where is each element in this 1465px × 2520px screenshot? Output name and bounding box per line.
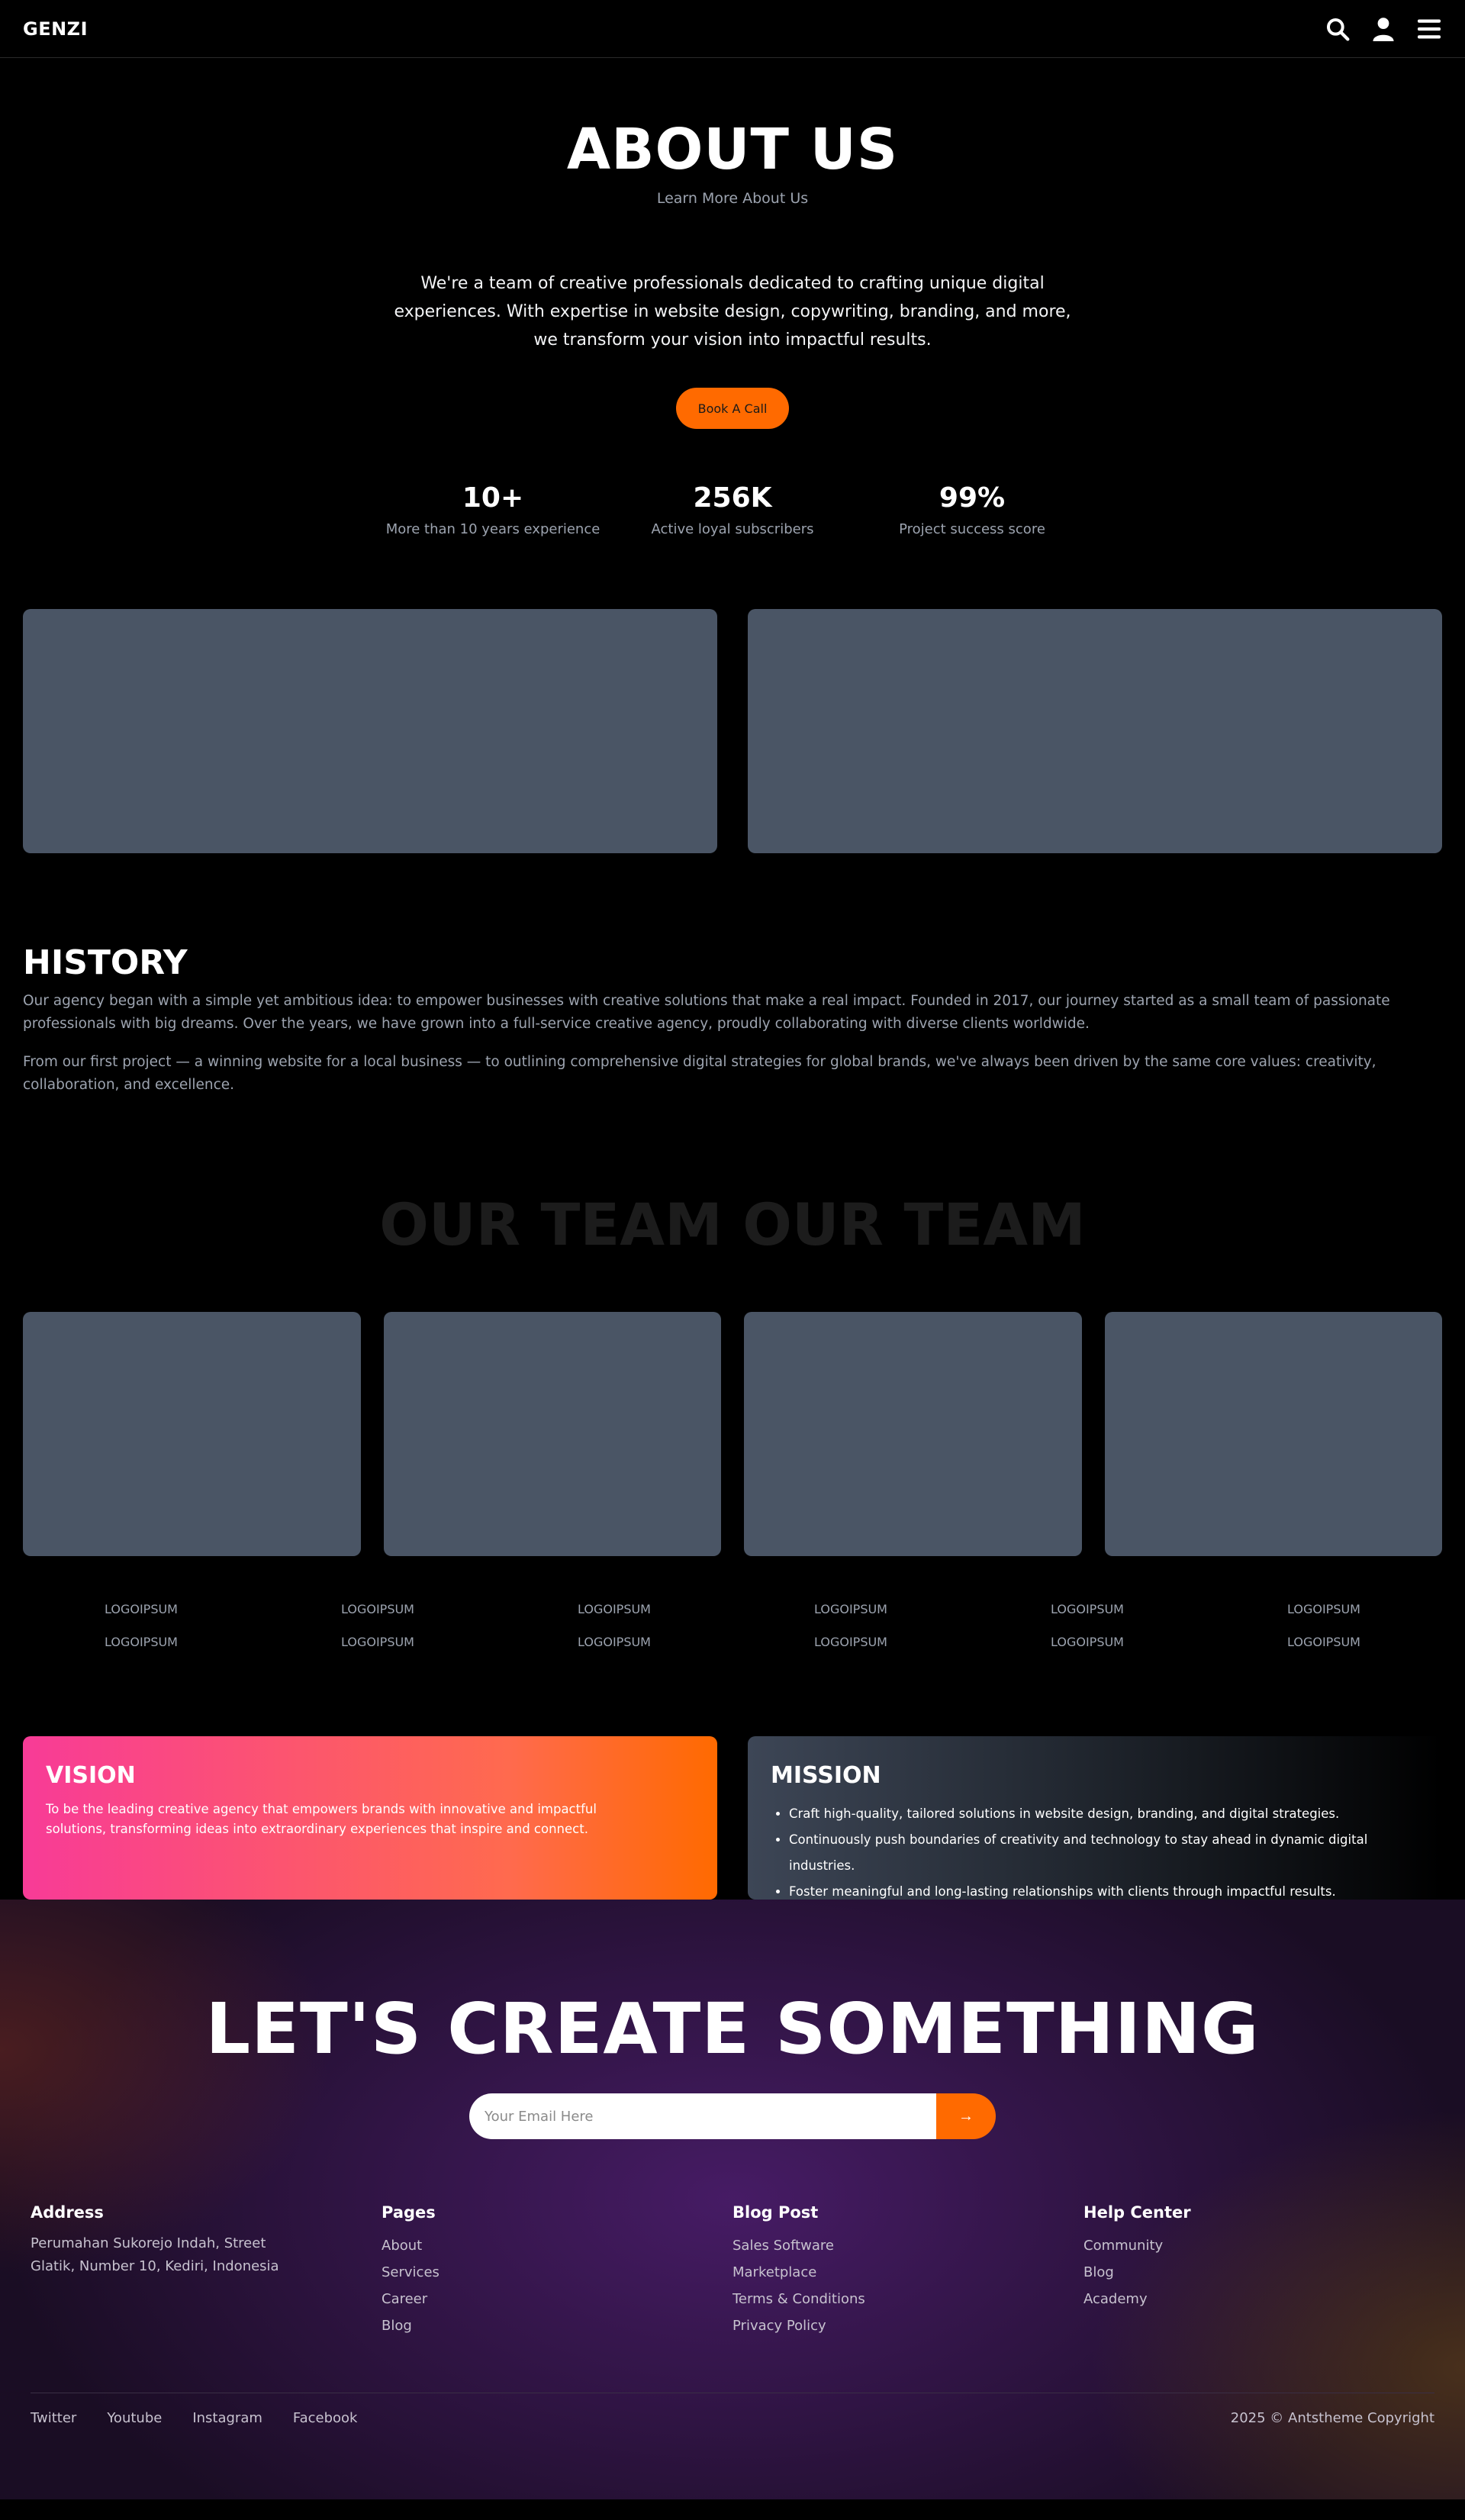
hero-section: ABOUT US Learn More About Us We're a tea… [0,58,1465,537]
footer-link-academy[interactable]: Academy [1083,2286,1434,2312]
page-title: ABOUT US [566,117,899,182]
team-title: OUR TEAM OUR TEAM [379,1191,1086,1259]
stats-row: 10+ More than 10 years experience 256K A… [0,482,1465,537]
footer-col-title: Help Center [1083,2203,1191,2222]
client-logo: LOGOIPSUM [1051,1635,1124,1650]
stat-experience: 10+ More than 10 years experience [373,482,613,537]
top-navbar: GENZI [0,0,1465,58]
client-logo: LOGOIPSUM [341,1602,414,1617]
vision-mission: VISION To be the leading creative agency… [0,1736,1465,1900]
footer-link-about[interactable]: About [382,2232,732,2259]
vision-title: VISION [46,1762,136,1790]
client-logo: LOGOIPSUM [105,1602,178,1617]
client-logo: LOGOIPSUM [105,1635,178,1650]
client-logos: LOGOIPSUM LOGOIPSUM LOGOIPSUM LOGOIPSUM … [0,1602,1465,1649]
footer-link-marketplace[interactable]: Marketplace [732,2259,1083,2286]
vision-text: To be the leading creative agency that e… [46,1802,597,1837]
footer-col-title: Address [31,2203,104,2222]
footer-link-terms[interactable]: Terms & Conditions [732,2286,1083,2312]
social-link-youtube[interactable]: Youtube [107,2410,162,2426]
footer-col-help: Help Center Community Blog Academy [1083,2203,1434,2339]
footer-link-career[interactable]: Career [382,2286,732,2312]
client-logo: LOGOIPSUM [578,1602,651,1617]
footer-col-blog: Blog Post Sales Software Marketplace Ter… [732,2203,1083,2339]
mission-item: Craft high-quality, tailored solutions i… [789,1801,1419,1827]
stat-label: Project success score [899,521,1045,538]
brand-logo[interactable]: GENZI [23,18,88,40]
footer-col-address: Address Perumahan Sukorejo Indah, Street… [31,2203,382,2339]
team-member-image [23,1312,361,1557]
email-input[interactable] [469,2093,936,2140]
address-text: Perumahan Sukorejo Indah, Street Glatik,… [31,2235,279,2275]
history-paragraph: From our first project — a winning websi… [23,1054,1376,1094]
mission-card: MISSION Craft high-quality, tailored sol… [748,1736,1442,1900]
image-placeholder [748,609,1442,854]
stat-label: More than 10 years experience [385,521,600,538]
image-placeholder [23,609,717,854]
footer-cta-heading: LET'S CREATE SOMETHING [205,1988,1260,2070]
team-member-image [1104,1312,1442,1557]
mission-item: Continuously push boundaries of creativi… [789,1827,1419,1879]
about-images [0,609,1465,854]
footer-col-pages: Pages About Services Career Blog [382,2203,732,2339]
copyright-text: 2025 © Antstheme Copyright [1230,2410,1434,2427]
stat-subscribers: 256K Active loyal subscribers [613,482,852,537]
client-logo: LOGOIPSUM [341,1635,414,1650]
team-member-image [744,1312,1082,1557]
search-icon[interactable] [1325,16,1351,42]
nav-icons [1325,16,1442,42]
footer-link-blog[interactable]: Blog [382,2312,732,2339]
submit-arrow-button[interactable]: → [936,2093,996,2140]
social-link-instagram[interactable]: Instagram [192,2410,262,2426]
history-title: HISTORY [23,943,188,983]
hero-lead-text: We're a team of creative professionals d… [394,274,1071,350]
footer-col-title: Blog Post [732,2203,819,2222]
history-section: HISTORY Our agency began with a simple y… [0,943,1465,1097]
client-logo: LOGOIPSUM [1287,1602,1360,1617]
client-logo: LOGOIPSUM [814,1635,887,1650]
mission-list: Craft high-quality, tailored solutions i… [771,1801,1419,1905]
stat-value: 99% [939,482,1006,514]
page-subtitle: Learn More About Us [656,190,809,208]
history-paragraph: Our agency began with a simple yet ambit… [23,993,1390,1033]
client-logo: LOGOIPSUM [814,1602,887,1617]
footer-link-sales-software[interactable]: Sales Software [732,2232,1083,2259]
client-logo: LOGOIPSUM [578,1635,651,1650]
client-logo: LOGOIPSUM [1051,1602,1124,1617]
footer-link-community[interactable]: Community [1083,2232,1434,2259]
stat-value: 10+ [462,482,524,514]
footer-col-title: Pages [382,2203,436,2222]
client-logo: LOGOIPSUM [1287,1635,1360,1650]
footer-link-services[interactable]: Services [382,2259,732,2286]
footer-link-blog-help[interactable]: Blog [1083,2259,1434,2286]
social-links: Twitter Youtube Instagram Facebook [31,2410,357,2426]
vision-card: VISION To be the leading creative agency… [23,1736,717,1900]
stat-success: 99% Project success score [852,482,1092,537]
newsletter-form: → [0,2093,1465,2140]
stat-value: 256K [693,482,772,514]
footer: LET'S CREATE SOMETHING → Address Perumah… [0,1900,1465,2500]
menu-icon[interactable] [1416,16,1442,42]
footer-bottom-bar: Twitter Youtube Instagram Facebook 2025 … [31,2393,1434,2426]
user-icon[interactable] [1370,16,1396,42]
mission-title: MISSION [771,1762,881,1790]
social-link-twitter[interactable]: Twitter [31,2410,76,2426]
social-link-facebook[interactable]: Facebook [293,2410,358,2426]
footer-columns: Address Perumahan Sukorejo Indah, Street… [0,2203,1465,2339]
book-call-button[interactable]: Book A Call [676,388,789,430]
team-grid [0,1312,1465,1557]
footer-link-privacy[interactable]: Privacy Policy [732,2312,1083,2339]
stat-label: Active loyal subscribers [651,521,814,538]
team-member-image [383,1312,721,1557]
